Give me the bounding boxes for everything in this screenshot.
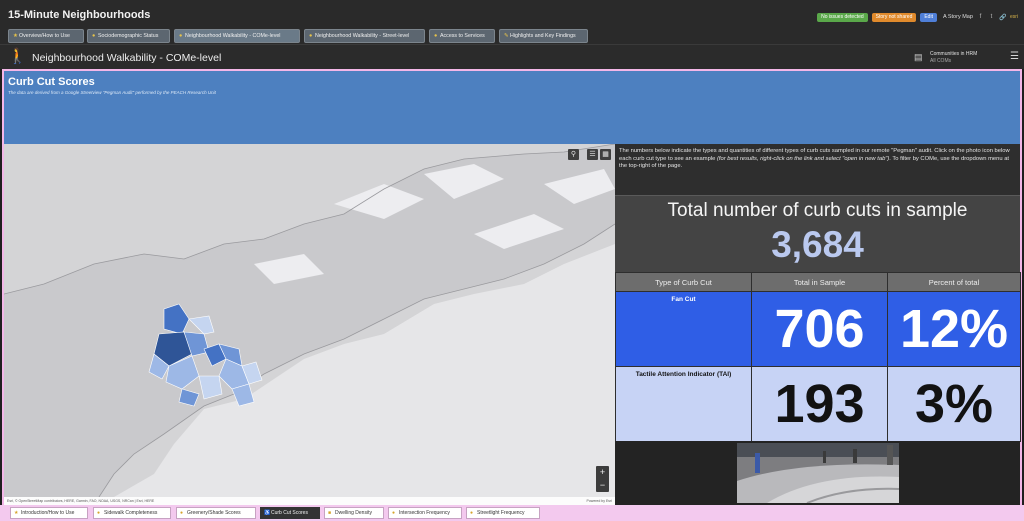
panel-subtitle: The data are derived from a Google Stree… bbox=[8, 90, 216, 95]
hamburger-menu-icon[interactable]: ☰ bbox=[1010, 52, 1019, 62]
story-map-app: 15-Minute Neighbourhoods No issues detec… bbox=[0, 0, 1024, 521]
bottom-tab-sidewalk[interactable]: ● Sidewalk Completeness bbox=[93, 507, 171, 519]
total-curb-cuts-card: Total number of curb cuts in sample 3,68… bbox=[615, 195, 1020, 272]
section-tabs: ★Overview/How to Use ● Sociodemographic S… bbox=[0, 28, 1024, 44]
map-view[interactable]: ⚲ ☰ ▦ + − Esri, © OpenStreetMap contribu… bbox=[4, 144, 615, 505]
map-attribution: Esri, © OpenStreetMap contributors, HERE… bbox=[4, 497, 615, 505]
intersection-icon: ● bbox=[392, 510, 396, 516]
bottom-tab-streetlight[interactable]: ● Streetlight Frequency bbox=[466, 507, 540, 519]
tab-walkability-street[interactable]: ● Neighbourhood Walkability - Street-leve… bbox=[304, 29, 425, 43]
curb-cut-total: 193 bbox=[774, 374, 865, 434]
map-toolbar: ⚲ bbox=[568, 149, 579, 160]
community-filter-value[interactable]: All COMs bbox=[930, 58, 951, 64]
bottom-tab-introduction[interactable]: ★ Introduction/How to Use bbox=[10, 507, 88, 519]
twitter-icon[interactable]: t bbox=[988, 14, 995, 20]
bottom-tab-intersection[interactable]: ● Intersection Frequency bbox=[388, 507, 462, 519]
table-row: Fan Cut 706 12% bbox=[615, 291, 1021, 367]
panel-header: Curb Cut Scores The data are derived fro… bbox=[4, 71, 1020, 144]
column-header-total: Total in Sample bbox=[751, 272, 888, 292]
basemap-icon[interactable]: ▦ bbox=[600, 149, 611, 160]
app-title: 15-Minute Neighbourhoods bbox=[8, 9, 151, 21]
link-icon[interactable]: 🔗 bbox=[999, 14, 1006, 21]
community-filter-label[interactable]: Communities in HRM bbox=[930, 51, 977, 57]
filter-icon[interactable]: ▤ bbox=[914, 52, 923, 63]
bottom-tabs: ★ Introduction/How to Use ● Sidewalk Compl… bbox=[0, 505, 1024, 521]
intro-text: The numbers below indicate the types and… bbox=[619, 148, 1010, 169]
bottom-tab-greenery[interactable]: ● Greenery/Shade Scores bbox=[176, 507, 256, 519]
header-controls: No issues detected Story not shared Edit… bbox=[817, 12, 1018, 22]
light-icon: ● bbox=[470, 510, 474, 516]
zoom-in-button[interactable]: + bbox=[596, 466, 609, 479]
map-canvas[interactable] bbox=[4, 144, 615, 497]
tab-highlights[interactable]: ✎Highlights and Key Findings bbox=[499, 29, 588, 43]
curb-cut-example-photo[interactable] bbox=[737, 443, 899, 503]
bottom-tab-dwelling[interactable]: ■ Dwelling Density bbox=[324, 507, 384, 519]
tab-walkability-come[interactable]: ● Neighbourhood Walkability - COMe-level bbox=[174, 29, 300, 43]
facebook-icon[interactable]: f bbox=[977, 14, 984, 20]
sidewalk-icon: ● bbox=[97, 510, 101, 516]
section-header: 🚶 Neighbourhood Walkability - COMe-level… bbox=[0, 44, 1024, 69]
esri-logo[interactable]: esri bbox=[1010, 14, 1018, 20]
tree-icon: ● bbox=[180, 510, 184, 516]
powered-by-esri[interactable]: Powered by Esri bbox=[587, 497, 612, 505]
story-map-label: A Story Map bbox=[942, 14, 973, 20]
panel-title: Curb Cut Scores bbox=[8, 76, 95, 88]
bottom-tab-curb-cut[interactable]: ♿Curb Cut Scores bbox=[260, 507, 320, 519]
edit-button[interactable]: Edit bbox=[920, 12, 937, 22]
legend-icon[interactable]: ☰ bbox=[587, 149, 598, 160]
sharing-badge[interactable]: Story not shared bbox=[871, 12, 917, 22]
star-icon: ★ bbox=[14, 510, 19, 516]
pedestrian-icon: 🚶 bbox=[8, 48, 27, 65]
section-title: Neighbourhood Walkability - COMe-level bbox=[32, 52, 222, 64]
tab-sociodemographic[interactable]: ● Sociodemographic Status bbox=[87, 29, 170, 43]
curb-cut-type: Tactile Attention Indicator (TAI) bbox=[635, 371, 732, 378]
search-icon[interactable]: ⚲ bbox=[568, 149, 579, 160]
zoom-out-button[interactable]: − bbox=[596, 479, 609, 492]
top-header: 15-Minute Neighbourhoods No issues detec… bbox=[0, 0, 1024, 28]
column-header-type: Type of Curb Cut bbox=[615, 272, 752, 292]
house-icon: ■ bbox=[328, 510, 332, 516]
map-toolbar-right: ☰ ▦ bbox=[587, 149, 611, 160]
wheelchair-icon: ♿ bbox=[264, 510, 271, 516]
curb-cut-percent: 12% bbox=[899, 299, 1009, 359]
total-value: 3,684 bbox=[771, 224, 864, 265]
curb-cut-percent: 3% bbox=[914, 374, 994, 434]
curb-cut-table: Type of Curb Cut Total in Sample Percent… bbox=[615, 272, 1021, 442]
curb-cut-type: Fan Cut bbox=[671, 296, 696, 303]
tab-access-services[interactable]: ● Access to Services bbox=[429, 29, 495, 43]
table-row: Tactile Attention Indicator (TAI) 193 3% bbox=[615, 366, 1021, 442]
photo-strip bbox=[615, 441, 1020, 505]
total-title: Total number of curb cuts in sample bbox=[667, 200, 968, 221]
issues-badge[interactable]: No issues detected bbox=[817, 12, 868, 22]
curb-cut-total: 706 bbox=[774, 299, 865, 359]
tab-overview[interactable]: ★Overview/How to Use bbox=[8, 29, 84, 43]
curb-cut-panel: The numbers below indicate the types and… bbox=[615, 144, 1021, 505]
column-header-percent: Percent of total bbox=[887, 272, 1021, 292]
zoom-control: + − bbox=[596, 466, 609, 492]
